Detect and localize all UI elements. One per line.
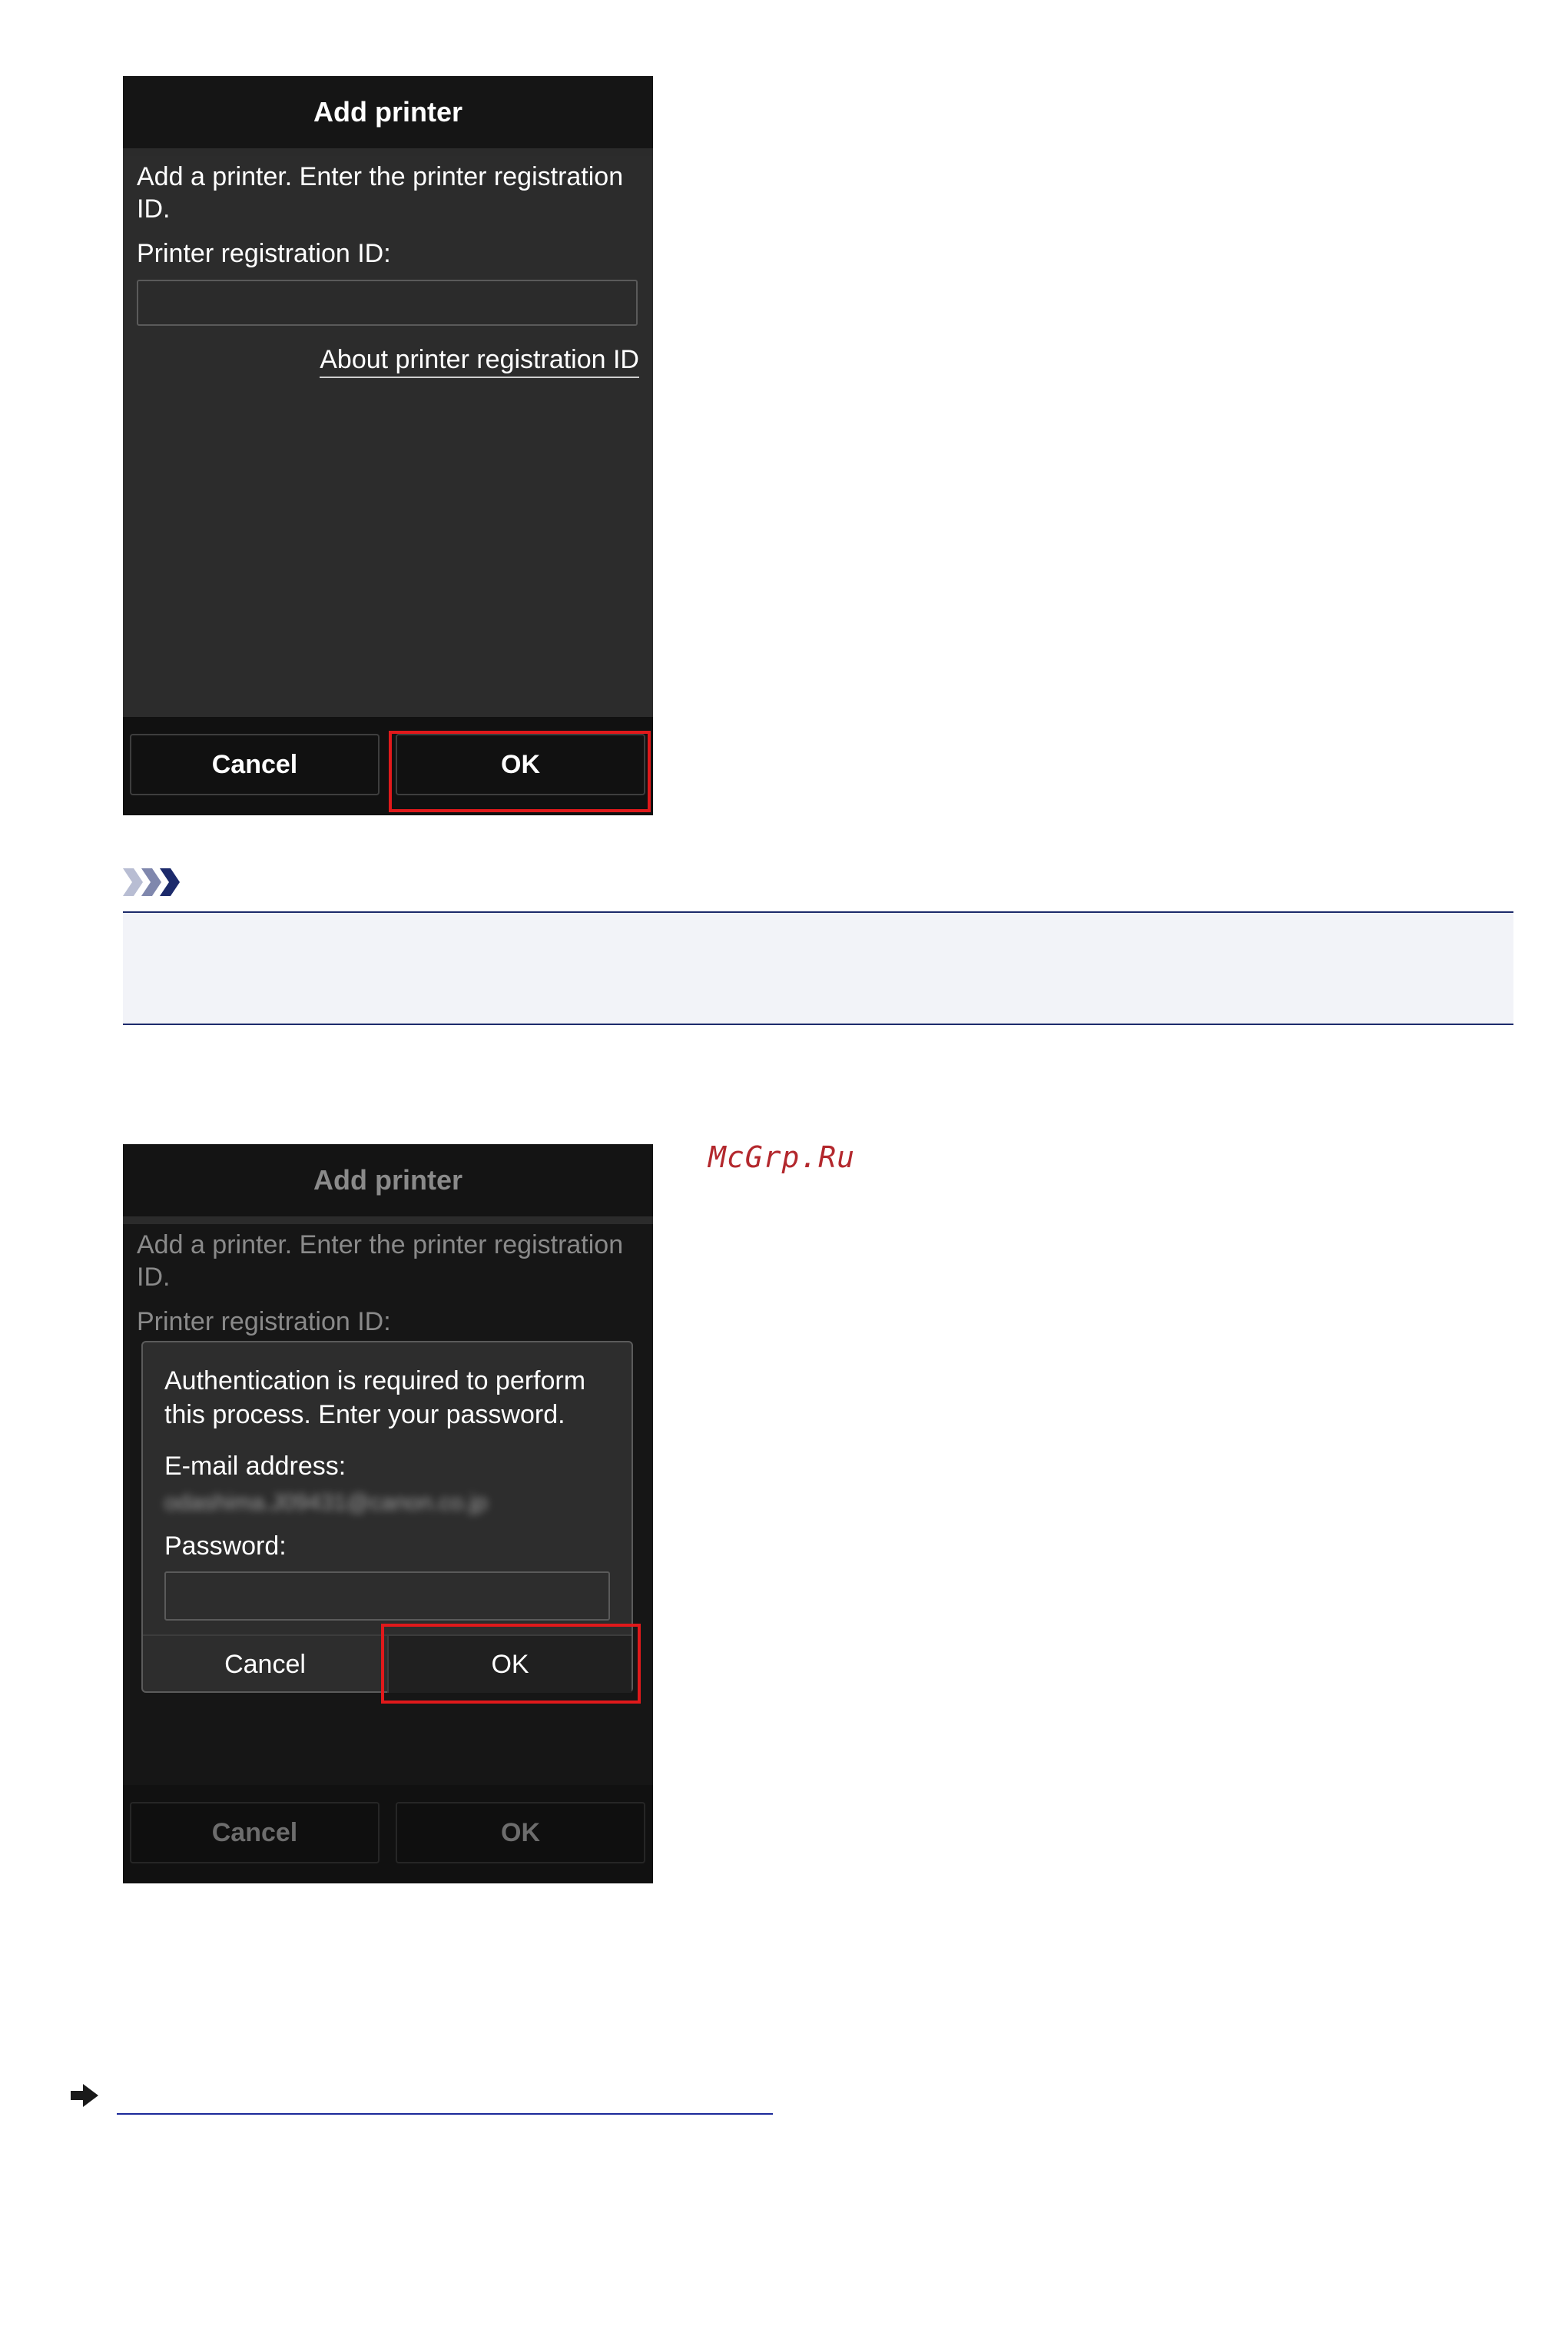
- about-registration-id-link[interactable]: About printer registration ID: [320, 345, 639, 378]
- cancel-button[interactable]: Cancel: [130, 734, 380, 795]
- add-printer-screen: Add printer Add a printer. Enter the pri…: [123, 76, 653, 815]
- instruction-text: Add a printer. Enter the printer registr…: [137, 1230, 624, 1292]
- watermark: McGrp.Ru: [708, 1140, 856, 1174]
- registration-id-input[interactable]: [137, 280, 638, 326]
- ok-highlight-box: [389, 731, 651, 812]
- note-rule-bottom: [123, 1024, 1513, 1025]
- authentication-screen: Add printer Add a printer. Enter the pri…: [123, 1144, 653, 1883]
- ok-button[interactable]: OK: [396, 1802, 645, 1863]
- email-value: odashima.J09431@canon.co.jp: [164, 1490, 488, 1515]
- cancel-button[interactable]: Cancel: [130, 1802, 380, 1863]
- screen-title: Add printer: [123, 76, 653, 148]
- dialog-cancel-button[interactable]: Cancel: [143, 1636, 389, 1693]
- arrow-right-icon: [71, 2084, 98, 2107]
- dialog-message: Authentication is required to perform th…: [164, 1366, 586, 1429]
- screen-footer: Cancel OK: [123, 1785, 653, 1883]
- email-label: E-mail address:: [164, 1452, 346, 1481]
- registration-id-label: Printer registration ID:: [137, 239, 391, 268]
- screen-title: Add printer: [123, 1144, 653, 1216]
- note-box: [123, 913, 1513, 1024]
- password-input[interactable]: [164, 1571, 610, 1621]
- note-chevrons-icon: [123, 868, 180, 896]
- related-topic-link[interactable]: [117, 2113, 773, 2115]
- instruction-text: Add a printer. Enter the printer registr…: [137, 162, 624, 224]
- registration-id-label: Printer registration ID:: [137, 1307, 391, 1336]
- password-label: Password:: [164, 1531, 287, 1561]
- dialog-ok-highlight-box: [381, 1624, 641, 1704]
